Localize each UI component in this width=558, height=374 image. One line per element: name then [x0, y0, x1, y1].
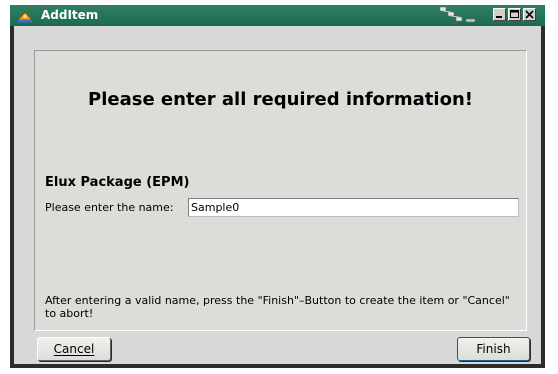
finish-button-label: Finish — [476, 341, 511, 356]
dialog-body: Please enter all required information! E… — [14, 26, 541, 364]
section-title: Elux Package (EPM) — [45, 175, 190, 190]
window-title: AddItem — [41, 8, 99, 22]
name-input[interactable] — [188, 198, 519, 217]
hint-text: After entering a valid name, press the "… — [45, 294, 510, 320]
name-label: Please enter the name: — [45, 201, 174, 214]
additem-window: AddItem Please enter all required inform… — [10, 5, 545, 368]
title-bar[interactable]: AddItem — [10, 5, 545, 26]
cancel-button-label: Cancel — [53, 341, 95, 356]
finish-button[interactable]: Finish — [457, 337, 530, 361]
minimize-icon[interactable] — [493, 8, 506, 21]
app-logo-icon — [16, 8, 34, 23]
cancel-button[interactable]: Cancel — [37, 337, 111, 361]
close-icon[interactable] — [523, 8, 536, 21]
content-panel: Please enter all required information! E… — [34, 50, 527, 331]
page-title: Please enter all required information! — [88, 89, 473, 110]
network-status-icon — [439, 6, 477, 24]
maximize-icon[interactable] — [508, 8, 521, 21]
